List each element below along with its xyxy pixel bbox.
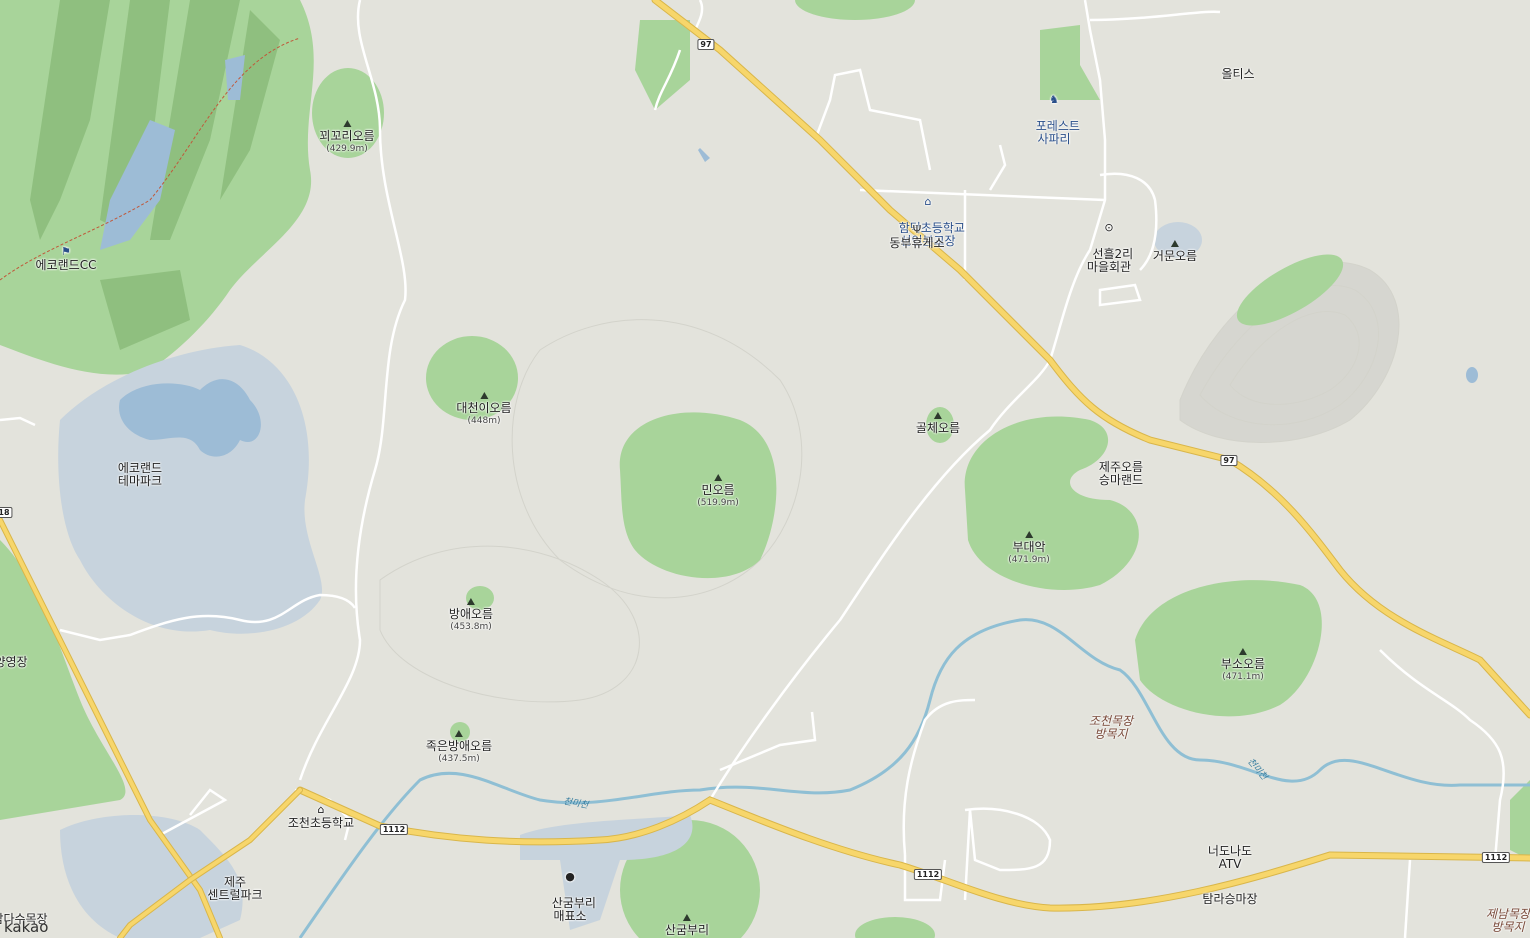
peak-buso[interactable]: 부소오름 (471.1m) bbox=[1221, 648, 1265, 684]
budae-green bbox=[964, 416, 1139, 590]
kakao-logo: kakao bbox=[4, 918, 49, 936]
route-1112-shield: 1112 bbox=[379, 824, 409, 835]
mountain-icon bbox=[714, 474, 722, 481]
peak-sangumburi[interactable]: 산굼부리 bbox=[665, 914, 709, 937]
peak-geomun[interactable]: 거문오름 bbox=[1153, 240, 1197, 263]
mountain-icon bbox=[933, 412, 942, 419]
route-18-shield: 18 bbox=[0, 507, 13, 518]
top-green bbox=[795, 0, 915, 20]
road-1112-outline bbox=[296, 786, 1530, 912]
place-oltis[interactable]: 올티스 bbox=[1221, 68, 1254, 81]
school-icon: ⌂ bbox=[924, 195, 932, 208]
peak-golche[interactable]: 골체오름 bbox=[916, 412, 960, 435]
mountain-icon bbox=[466, 598, 475, 605]
route-1112-shield: 1112 bbox=[1481, 852, 1511, 863]
place-jocheon-school[interactable]: ⌂ 조천초등학교 bbox=[288, 804, 354, 830]
place-jocheon-ranch[interactable]: 조천목장 방목지 bbox=[1089, 715, 1133, 741]
place-dongbu-rest-area[interactable]: Ψ 동부휴게소 bbox=[889, 224, 944, 250]
animal-icon: ♞ bbox=[1049, 93, 1059, 106]
bottom-green bbox=[855, 917, 935, 938]
mountain-icon bbox=[455, 730, 463, 737]
place-jeju-oreum-horse-land[interactable]: 제주오름 승마랜드 bbox=[1099, 461, 1143, 487]
pond-top bbox=[698, 148, 710, 162]
place-forest-safari[interactable]: ♞ 포레스트 사파리 bbox=[1028, 68, 1080, 146]
place-ecoland-cc[interactable]: ⚑ 에코랜드CC bbox=[36, 246, 97, 272]
place-seonheul-hall[interactable]: ⊙ 선흘2리 마을회관 bbox=[1085, 196, 1133, 274]
mountain-icon bbox=[682, 914, 691, 921]
peak-min[interactable]: 민오름 (519.9m) bbox=[697, 474, 739, 510]
route-97-shield: 97 bbox=[1220, 455, 1238, 466]
place-jeju-central-park[interactable]: 제주 센트럴파크 bbox=[207, 876, 262, 902]
cheonmi-stream bbox=[298, 618, 1530, 938]
place-neodonado-atv[interactable]: 너도나도 ATV bbox=[1208, 845, 1252, 871]
place-yangyeongjang[interactable]: 양영장 bbox=[0, 656, 28, 669]
place-tamra-horse[interactable]: 탐라승마장 bbox=[1202, 893, 1257, 906]
pond-right bbox=[1466, 367, 1478, 383]
right-edge-green bbox=[1510, 780, 1530, 860]
peak-bangae[interactable]: 방애오름 (453.8m) bbox=[449, 598, 493, 634]
place-sangumburi-ticket-office[interactable]: ● 산굼부리 매표소 bbox=[544, 845, 596, 923]
peak-budae[interactable]: 부대악 (471.9m) bbox=[1008, 531, 1050, 567]
route-1112-shield: 1112 bbox=[913, 869, 943, 880]
mountain-icon bbox=[1238, 648, 1247, 655]
ticket-icon: ● bbox=[565, 870, 575, 883]
mountain-icon bbox=[342, 120, 351, 127]
map-canvas[interactable] bbox=[0, 0, 1530, 938]
road-97 bbox=[652, 0, 1530, 718]
golf-flag-icon: ⚑ bbox=[61, 245, 71, 258]
mountain-icon bbox=[479, 392, 488, 399]
town-hall-icon: ⊙ bbox=[1104, 221, 1114, 234]
mountain-icon bbox=[1170, 240, 1179, 247]
peak-daecheoni[interactable]: 대천이오름 (448m) bbox=[456, 392, 512, 428]
restaurant-icon: Ψ bbox=[912, 223, 922, 236]
north-green bbox=[635, 20, 690, 110]
peak-kkwokkori[interactable]: 꾀꼬리오름 (429.9m) bbox=[319, 120, 375, 156]
route-97-shield: 97 bbox=[697, 39, 715, 50]
road-1112 bbox=[297, 787, 1530, 911]
mountain-icon bbox=[1025, 531, 1033, 538]
place-jenam-ranch[interactable]: 제남목장 방목지 bbox=[1486, 908, 1530, 934]
place-ecoland-theme-park[interactable]: 에코랜드 테마파크 bbox=[118, 462, 162, 488]
peak-jogeun-bangae[interactable]: 족은방애오름 (437.5m) bbox=[426, 730, 492, 766]
school-icon: ⌂ bbox=[317, 803, 325, 816]
